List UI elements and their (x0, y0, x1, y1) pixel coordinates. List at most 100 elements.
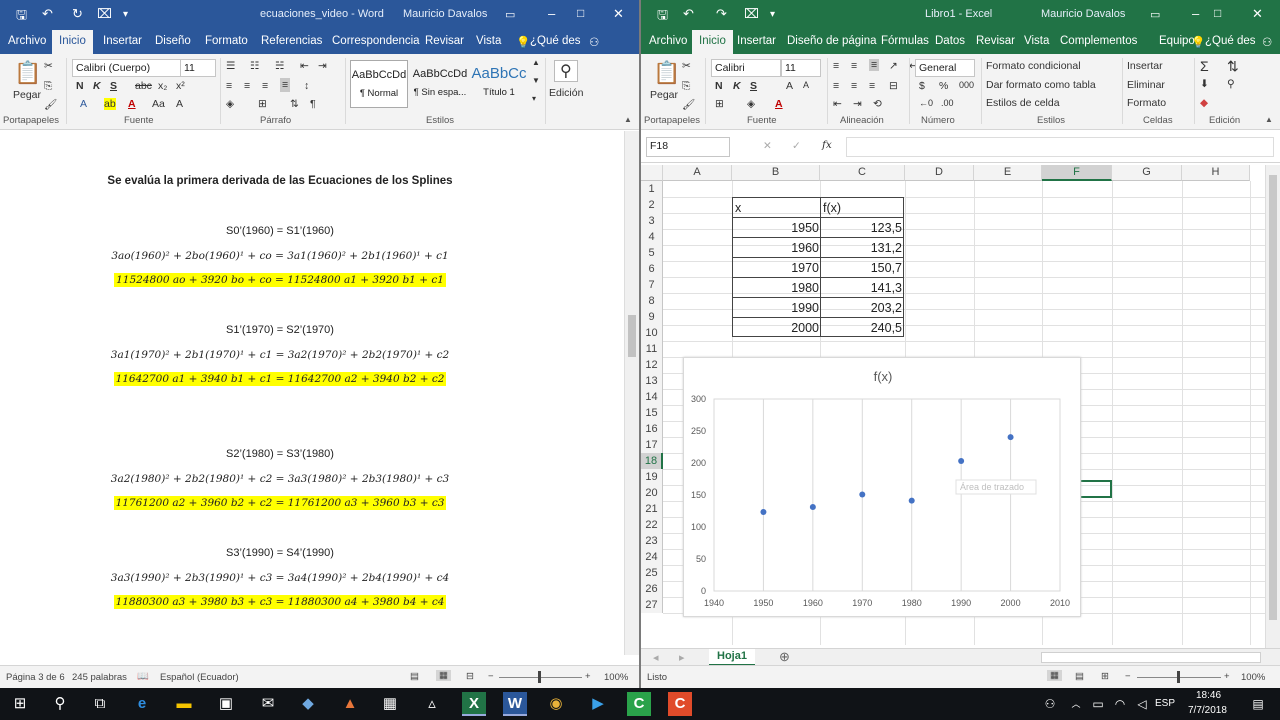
excel-vertical-scrollbar[interactable] (1265, 165, 1280, 648)
paste-button[interactable]: Pegar (13, 89, 41, 101)
excel-taskbar-icon[interactable]: X (462, 692, 486, 716)
cell-x-value[interactable]: 1990 (732, 298, 819, 318)
align-center-icon[interactable]: ≡ (244, 80, 250, 92)
sheet-tab-hoja1[interactable]: Hoja1 (709, 649, 755, 666)
row-header-1[interactable]: 1 (641, 181, 663, 197)
show-formatting-icon[interactable]: ¶ (310, 98, 316, 110)
styles-more-icon[interactable]: ▾ (532, 94, 536, 103)
row-header-13[interactable]: 13 (641, 373, 663, 389)
row-header-19[interactable]: 19 (641, 469, 663, 485)
share-user-icon[interactable]: ⚇ (589, 35, 599, 49)
column-header-f[interactable]: F (1042, 165, 1112, 181)
cell-fx-value[interactable]: 150,7 (820, 258, 902, 278)
numbering-icon[interactable]: ☷ (250, 60, 259, 72)
cell-fx-value[interactable]: 203,2 (820, 298, 902, 318)
undo-icon[interactable]: ↶ (42, 6, 53, 22)
bold-button[interactable]: N (76, 80, 84, 92)
collapse-ribbon-icon[interactable]: ▲ (624, 115, 632, 124)
xl-page-break-icon[interactable]: ⊞ (1101, 671, 1109, 682)
shading-icon[interactable]: ◈ (226, 98, 234, 110)
search-icon[interactable]: ⚲ (554, 60, 578, 82)
print-preview-icon[interactable]: ⌧ (97, 6, 112, 22)
word-zoom-level[interactable]: 100% (604, 672, 628, 683)
row-header-10[interactable]: 10 (641, 325, 663, 341)
underline-button[interactable]: S (110, 80, 117, 92)
close-icon[interactable]: ✕ (613, 6, 624, 22)
web-layout-icon[interactable]: ⊟ (466, 671, 474, 682)
chrome-icon[interactable]: ◉ (544, 692, 568, 716)
people-icon[interactable]: ⚇ (1038, 692, 1062, 716)
align-right-icon[interactable]: ≡ (262, 80, 268, 92)
row-header-24[interactable]: 24 (641, 549, 663, 565)
word-scroll-thumb[interactable] (628, 315, 636, 357)
app-triangle-icon[interactable]: ▵ (420, 692, 444, 716)
task-view-icon[interactable]: ⧉ (88, 692, 112, 716)
tab-diseno[interactable]: Diseño (155, 35, 191, 47)
recorder-icon[interactable]: C (668, 692, 692, 716)
xl-page-layout-icon[interactable]: ▤ (1075, 671, 1084, 682)
row-header-26[interactable]: 26 (641, 581, 663, 597)
terminal-icon[interactable]: ▦ (378, 692, 402, 716)
align-left-icon[interactable]: ≡ (226, 80, 232, 92)
excel-zoom-level[interactable]: 100% (1241, 672, 1265, 683)
clock-time[interactable]: 18:46 (1196, 690, 1221, 701)
cell-fx-value[interactable]: 123,5 (820, 218, 902, 238)
player-icon[interactable]: ▶ (586, 692, 610, 716)
tab-archivo[interactable]: Archivo (8, 35, 46, 47)
sheet-next-icon[interactable]: ▸ (679, 651, 685, 664)
save-icon[interactable]: 🖫 (16, 6, 27, 28)
row-header-14[interactable]: 14 (641, 389, 663, 405)
matlab-icon[interactable]: ▲ (338, 692, 362, 716)
row-header-15[interactable]: 15 (641, 405, 663, 421)
row-header-27[interactable]: 27 (641, 597, 663, 613)
style-no-spacing[interactable]: AaBbCcDd ¶ Sin espa... (410, 60, 470, 108)
volume-icon[interactable]: ◁ (1130, 692, 1154, 716)
clock-date[interactable]: 7/7/2018 (1188, 705, 1227, 716)
line-spacing-icon[interactable]: ↕ (304, 80, 309, 92)
cell-x-value[interactable]: 1980 (732, 278, 819, 298)
subscript-button[interactable]: x₂ (158, 80, 167, 92)
tab-inicio[interactable]: Inicio (52, 30, 93, 54)
column-header-b[interactable]: B (732, 165, 820, 181)
word-taskbar-icon[interactable]: W (503, 692, 527, 716)
zoom-in-icon[interactable]: + (585, 671, 591, 682)
cell-fx-value[interactable]: 240,5 (820, 318, 902, 338)
word-vertical-scrollbar[interactable] (624, 131, 639, 655)
row-header-22[interactable]: 22 (641, 517, 663, 533)
styles-scroll-up-icon[interactable]: ▲ (532, 58, 540, 67)
xl-zoom-in-icon[interactable]: + (1224, 671, 1230, 682)
multilevel-list-icon[interactable]: ☵ (275, 60, 284, 72)
change-case-icon[interactable]: Aa (152, 98, 165, 110)
cell-fx-value[interactable]: 141,3 (820, 278, 902, 298)
word-count[interactable]: 245 palabras (72, 672, 127, 683)
clipboard-icon[interactable]: 📋 (14, 60, 41, 86)
decrease-indent-icon[interactable]: ⇤ (300, 60, 309, 72)
customize-qat-icon[interactable]: ▾ (123, 9, 128, 20)
tab-formato[interactable]: Formato (205, 35, 248, 47)
edge-icon[interactable]: e (130, 692, 154, 716)
mail-icon[interactable]: ✉ (256, 692, 280, 716)
tab-vista[interactable]: Vista (476, 35, 501, 47)
cell-x-value[interactable]: 2000 (732, 318, 819, 338)
zoom-slider-thumb[interactable] (538, 671, 541, 683)
maximize-icon[interactable]: □ (577, 6, 584, 20)
justify-icon[interactable]: ≡ (280, 78, 291, 92)
editing-button[interactable]: Edición (549, 87, 583, 99)
input-language[interactable]: ESP (1155, 698, 1175, 709)
font-name-select[interactable]: Calibri (Cuerpo) (72, 59, 182, 77)
search-taskbar-icon[interactable]: ⚲ (48, 692, 72, 716)
battery-icon[interactable]: ▭ (1086, 692, 1110, 716)
strikethrough-button[interactable]: abc (135, 80, 152, 92)
cell-x-value[interactable]: 1960 (732, 238, 819, 258)
table-header-x[interactable]: x (735, 198, 741, 218)
row-header-21[interactable]: 21 (641, 501, 663, 517)
select-all-corner[interactable] (641, 165, 663, 181)
bullets-icon[interactable]: ☰ (226, 60, 235, 72)
proofing-icon[interactable]: 📖 (137, 671, 149, 682)
tab-revisar[interactable]: Revisar (425, 35, 464, 47)
table-header-fx[interactable]: f(x) (823, 198, 841, 218)
camtasia-icon[interactable]: C (627, 692, 651, 716)
font-color-icon[interactable]: A (128, 98, 136, 110)
copy-icon[interactable]: ⎘ (44, 80, 52, 93)
row-header-7[interactable]: 7 (641, 277, 663, 293)
